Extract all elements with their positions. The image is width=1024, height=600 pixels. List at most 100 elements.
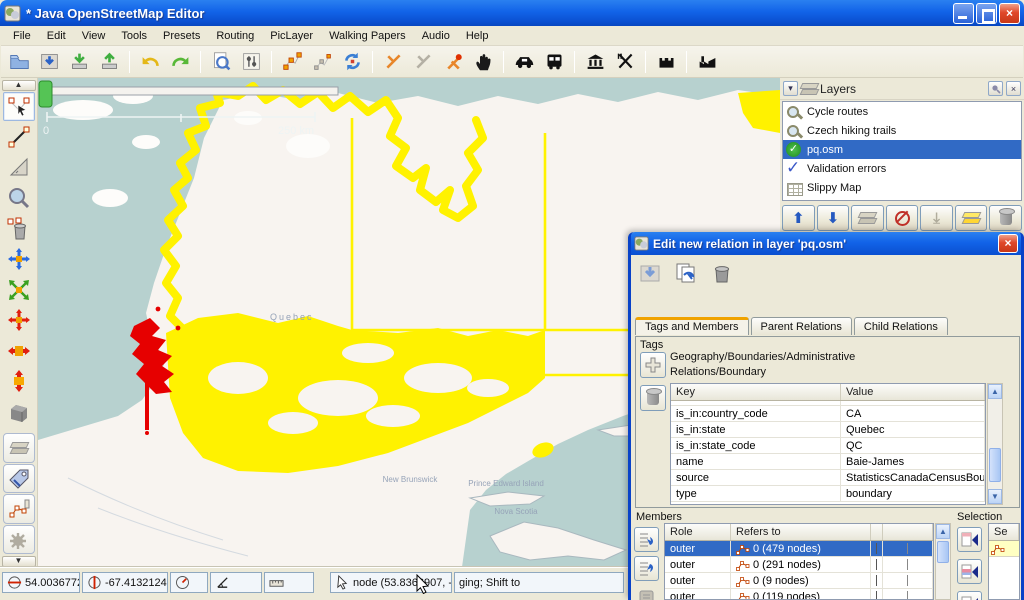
selection-row[interactable] [989,541,1019,557]
scroll-thumb[interactable] [989,448,1001,482]
sync-icon[interactable] [338,49,366,75]
close-button[interactable]: × [999,3,1020,24]
draw-node-tool[interactable] [3,122,35,152]
selection-add-top-button[interactable] [957,527,982,552]
layer-down-button[interactable]: ⬇ [817,205,850,231]
museum-icon[interactable] [581,49,609,75]
menu-item[interactable]: Routing [208,28,262,44]
panel-close-icon[interactable]: × [1006,81,1021,96]
undo-icon[interactable] [136,49,164,75]
member-row[interactable]: outer 0 (291 nodes) [665,557,933,573]
scroll-thumb[interactable] [937,541,949,563]
member-row[interactable]: outer 0 (119 nodes) [665,589,933,600]
member-move-down-button[interactable] [634,556,659,581]
menu-item[interactable]: Help [458,28,497,44]
layer-merge-button[interactable] [851,205,884,231]
unglue-ways-icon[interactable] [308,49,336,75]
dialog-titlebar[interactable]: Edit new relation in layer 'pq.osm' × [631,232,1021,255]
bus-icon[interactable] [540,49,568,75]
panel-menu-icon[interactable]: ▾ [783,81,798,96]
layer-row[interactable]: pq.osm [783,140,1021,159]
factory-icon[interactable] [693,49,721,75]
tags-table[interactable]: Key Value is_in:country_code CA is_in:st… [670,383,986,505]
tags-table-row[interactable]: is_in:country_code CA [671,406,985,422]
dialog-close-button[interactable]: × [998,234,1018,253]
building-tool[interactable] [3,397,35,427]
menu-item[interactable]: PicLayer [262,28,321,44]
selection-add-bottom-button[interactable] [957,591,982,600]
save-icon[interactable] [35,49,63,75]
redo-icon[interactable] [166,49,194,75]
delete-tag-button[interactable] [640,385,666,411]
menu-item[interactable]: Edit [39,28,74,44]
tags-scrollbar[interactable]: ▲ ▼ [987,383,1003,505]
tags-panel-toggle[interactable] [3,464,35,494]
scroll-up-icon[interactable]: ▲ [936,524,950,539]
merge-nodes-icon[interactable] [278,49,306,75]
zoom-slider-knob[interactable] [39,81,52,107]
scroll-up-icon[interactable]: ▲ [988,384,1002,399]
rotate-tool[interactable] [3,305,35,335]
layer-row[interactable]: Validation errors [783,159,1021,178]
tags-table-row[interactable]: is_in:state Quebec [671,422,985,438]
search-icon[interactable] [207,49,235,75]
duplicate-icon[interactable] [671,258,701,288]
window-titlebar[interactable]: * Java OpenStreetMap Editor × [0,0,1024,26]
menu-item[interactable]: Audio [414,28,458,44]
combine-way-icon[interactable] [379,49,407,75]
combine-way-disabled-icon[interactable] [409,49,437,75]
minimize-button[interactable] [953,3,974,24]
scale-x-tool[interactable] [3,336,35,366]
tags-table-row[interactable]: is_in:state_code QC [671,438,985,454]
dialog-tab[interactable]: Tags and Members [635,317,749,335]
layer-up-button[interactable]: ⬆ [782,205,815,231]
layers-panel-toggle[interactable] [3,433,35,463]
selection-table[interactable]: Se [988,523,1020,600]
tags-table-row[interactable]: name Baie-James [671,454,985,470]
layer-row[interactable]: Cycle routes [783,102,1021,121]
add-tag-button[interactable] [640,352,666,378]
zoom-tool[interactable] [3,183,35,213]
settings-panel-toggle[interactable] [3,525,35,555]
menu-item[interactable]: File [5,28,39,44]
scroll-down-icon[interactable]: ▼ [988,489,1002,504]
scale-y-tool[interactable] [3,366,35,396]
layer-save-button[interactable] [955,205,988,231]
splatter-tool-icon[interactable] [439,49,467,75]
open-icon[interactable] [5,49,33,75]
relations-panel-toggle[interactable] [3,494,35,524]
layer-visibility-button[interactable] [886,205,919,231]
upload-icon[interactable] [95,49,123,75]
layer-merge-down-button[interactable]: ⤓ [920,205,953,231]
scale-tool[interactable] [3,275,35,305]
dialog-tab[interactable]: Parent Relations [751,317,852,335]
member-download-button[interactable] [634,585,659,600]
move-tool[interactable] [3,244,35,274]
member-move-up-button[interactable] [634,527,659,552]
menu-item[interactable]: Presets [155,28,208,44]
member-row[interactable]: outer 0 (479 nodes) [665,541,933,557]
apply-icon[interactable] [635,258,665,288]
select-tool[interactable] [3,92,35,122]
delete-tool[interactable] [3,214,35,244]
menu-item[interactable]: Tools [113,28,155,44]
collapse-down-icon[interactable]: ▼ [2,556,36,567]
castle-icon[interactable] [652,49,680,75]
menu-item[interactable]: View [74,28,114,44]
selection-add-middle-button[interactable] [957,559,982,584]
tags-table-row[interactable]: source StatisticsCanadaCensusBoun... [671,470,985,486]
member-row[interactable]: outer 0 (9 nodes) [665,573,933,589]
download-icon[interactable] [65,49,93,75]
tags-table-row[interactable]: type boundary [671,486,985,502]
menu-item[interactable]: Walking Papers [321,28,414,44]
restore-button[interactable] [976,3,997,24]
layer-row[interactable]: Slippy Map [783,178,1021,197]
members-scrollbar[interactable]: ▲ [935,523,951,600]
pan-hand-icon[interactable] [469,49,497,75]
layer-delete-button[interactable] [989,205,1022,231]
pin-icon[interactable] [988,81,1003,96]
layer-row[interactable]: Czech hiking trails [783,121,1021,140]
restaurant-icon[interactable] [611,49,639,75]
dialog-tab[interactable]: Child Relations [854,317,948,335]
statusbar-help-text[interactable]: ging; Shift to [454,572,624,593]
